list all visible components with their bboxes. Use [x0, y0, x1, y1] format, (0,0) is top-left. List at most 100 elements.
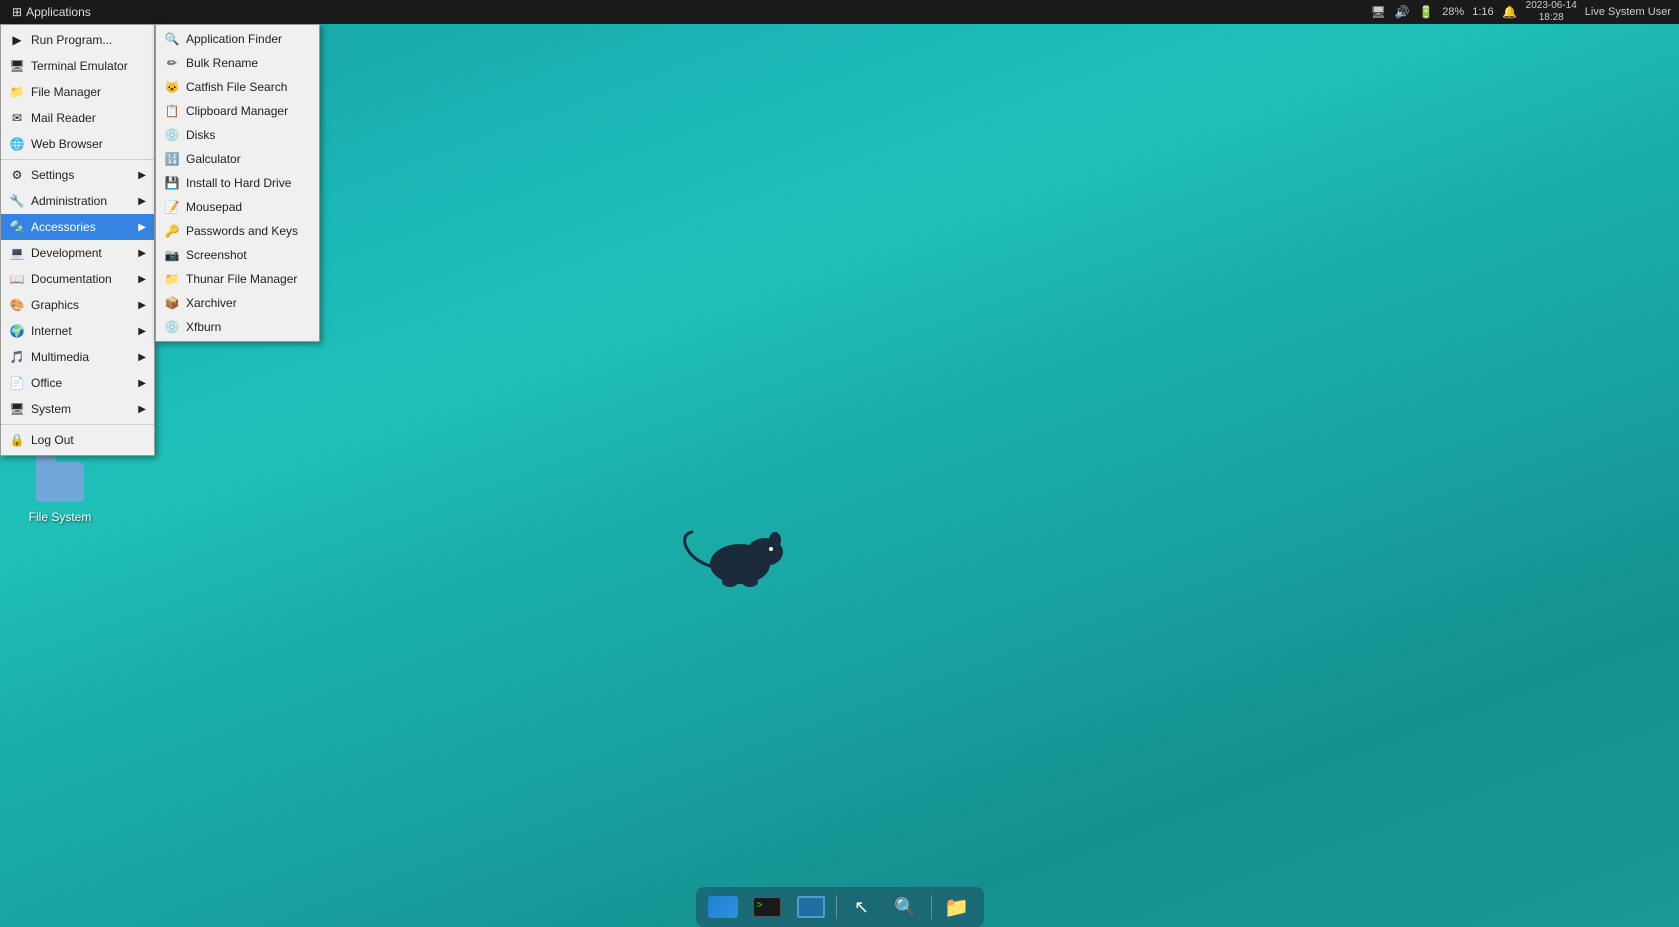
system-label: System [31, 402, 132, 416]
battery-icon[interactable]: 🔋 [1418, 4, 1434, 20]
desktop-icon-filesystem[interactable]: File System [20, 454, 100, 528]
menu-item-webbrowser[interactable]: 🌐 Web Browser [1, 131, 154, 157]
submenu-xfburn[interactable]: 💿 Xfburn [156, 315, 319, 339]
dock-item-files[interactable] [702, 890, 744, 924]
clipboard-icon: 📋 [164, 103, 180, 119]
submenu-galculator[interactable]: 🔢 Galculator [156, 147, 319, 171]
mousepad-icon: 📝 [164, 199, 180, 215]
files-icon [708, 896, 738, 918]
administration-icon: 🔧 [9, 193, 25, 209]
internet-icon: 🌍 [9, 323, 25, 339]
mail-icon: ✉ [9, 110, 25, 126]
submenu-disks[interactable]: 💿 Disks [156, 123, 319, 147]
time-display: 1:16 [1472, 6, 1493, 18]
dock: ↖ 🔍 📁 [696, 887, 984, 927]
submenu-mousepad[interactable]: 📝 Mousepad [156, 195, 319, 219]
passwords-icon: 🔑 [164, 223, 180, 239]
dock-item-terminal[interactable] [746, 890, 788, 924]
menu-item-filemanager[interactable]: 📁 File Manager [1, 79, 154, 105]
menu-separator-2 [1, 424, 154, 425]
thunar-label: Thunar File Manager [186, 272, 311, 286]
menu-item-graphics[interactable]: 🎨 Graphics ▶ [1, 292, 154, 318]
user-label: Live System User [1585, 6, 1671, 18]
terminal-label: Terminal Emulator [31, 59, 146, 73]
multimedia-arrow: ▶ [138, 352, 146, 363]
main-menu: ▶ Run Program... 🖥 Terminal Emulator 📁 F… [0, 24, 155, 456]
run-label: Run Program... [31, 33, 146, 47]
xfburn-label: Xfburn [186, 320, 311, 334]
submenu-thunar[interactable]: 📁 Thunar File Manager [156, 267, 319, 291]
menu-item-logout[interactable]: 🔒 Log Out [1, 427, 154, 453]
battery-percent: 28% [1442, 6, 1464, 18]
bulkrename-icon: ✏ [164, 55, 180, 71]
dock-separator [836, 895, 837, 919]
notification-icon[interactable]: 🔔 [1502, 4, 1518, 20]
passwords-label: Passwords and Keys [186, 224, 311, 238]
terminal-icon: 🖥 [9, 58, 25, 74]
clipboard-label: Clipboard Manager [186, 104, 311, 118]
menu-item-office[interactable]: 📄 Office ▶ [1, 370, 154, 396]
settings-icon: ⚙ [9, 167, 25, 183]
apps-label: Applications [26, 5, 91, 19]
applications-menu-button[interactable]: ⊞ Applications [4, 3, 99, 21]
submenu-bulkrename[interactable]: ✏ Bulk Rename [156, 51, 319, 75]
dock-item-search[interactable]: 🔍 [885, 890, 927, 924]
menu-item-mailreader[interactable]: ✉ Mail Reader [1, 105, 154, 131]
taskbar-top-left: ⊞ Applications [0, 3, 99, 21]
submenu-appfinder[interactable]: 🔍 Application Finder [156, 27, 319, 51]
appfinder-icon: 🔍 [164, 31, 180, 47]
submenu-catfish[interactable]: 🐱 Catfish File Search [156, 75, 319, 99]
logout-label: Log Out [31, 433, 146, 447]
menu-item-settings[interactable]: ⚙ Settings ▶ [1, 162, 154, 188]
submenu-install[interactable]: 💾 Install to Hard Drive [156, 171, 319, 195]
screenshot-icon: 📷 [164, 247, 180, 263]
menu-item-internet[interactable]: 🌍 Internet ▶ [1, 318, 154, 344]
development-icon: 💻 [9, 245, 25, 261]
apps-icon: ⊞ [12, 5, 22, 19]
menu-item-administration[interactable]: 🔧 Administration ▶ [1, 188, 154, 214]
multimedia-label: Multimedia [31, 350, 132, 364]
menu-item-development[interactable]: 💻 Development ▶ [1, 240, 154, 266]
xarchiver-icon: 📦 [164, 295, 180, 311]
menu-item-terminal[interactable]: 🖥 Terminal Emulator [1, 53, 154, 79]
dock-separator-2 [931, 895, 932, 919]
filesystem-label: File System [29, 510, 92, 524]
development-label: Development [31, 246, 132, 260]
accessories-label: Accessories [31, 220, 132, 234]
submenu-screenshot[interactable]: 📷 Screenshot [156, 243, 319, 267]
catfish-icon: 🐱 [164, 79, 180, 95]
xfburn-icon: 💿 [164, 319, 180, 335]
internet-label: Internet [31, 324, 132, 338]
mouse-svg [680, 514, 800, 594]
menu-item-run[interactable]: ▶ Run Program... [1, 27, 154, 53]
submenu-clipboard[interactable]: 📋 Clipboard Manager [156, 99, 319, 123]
graphics-icon: 🎨 [9, 297, 25, 313]
install-icon: 💾 [164, 175, 180, 191]
taskbar-top: ⊞ Applications 🖥 🔊 🔋 28% 1:16 🔔 2023-06-… [0, 0, 1679, 24]
volume-icon[interactable]: 🔊 [1394, 4, 1410, 20]
accessories-submenu: 🔍 Application Finder ✏ Bulk Rename 🐱 Cat… [155, 24, 320, 342]
thunar-icon: 📁 [164, 271, 180, 287]
settings-arrow: ▶ [138, 170, 146, 181]
office-label: Office [31, 376, 132, 390]
disks-icon: 💿 [164, 127, 180, 143]
folder-icon [36, 462, 84, 502]
multimedia-icon: 🎵 [9, 349, 25, 365]
menu-item-multimedia[interactable]: 🎵 Multimedia ▶ [1, 344, 154, 370]
menu-item-system[interactable]: 🖥 System ▶ [1, 396, 154, 422]
terminal-dock-icon [753, 897, 781, 917]
submenu-passwords[interactable]: 🔑 Passwords and Keys [156, 219, 319, 243]
menu-item-documentation[interactable]: 📖 Documentation ▶ [1, 266, 154, 292]
administration-label: Administration [31, 194, 132, 208]
dock-item-cursor[interactable]: ↖ [841, 890, 883, 924]
submenu-xarchiver[interactable]: 📦 Xarchiver [156, 291, 319, 315]
system-icon: 🖥 [9, 401, 25, 417]
cursor-icon: ↖ [854, 897, 869, 918]
network-icon[interactable]: 🖥 [1370, 4, 1386, 20]
dock-item-folder[interactable]: 📁 [936, 890, 978, 924]
dock-item-desktop[interactable] [790, 890, 832, 924]
accessories-icon: 🔩 [9, 219, 25, 235]
office-icon: 📄 [9, 375, 25, 391]
menu-item-accessories[interactable]: 🔩 Accessories ▶ [1, 214, 154, 240]
graphics-arrow: ▶ [138, 300, 146, 311]
